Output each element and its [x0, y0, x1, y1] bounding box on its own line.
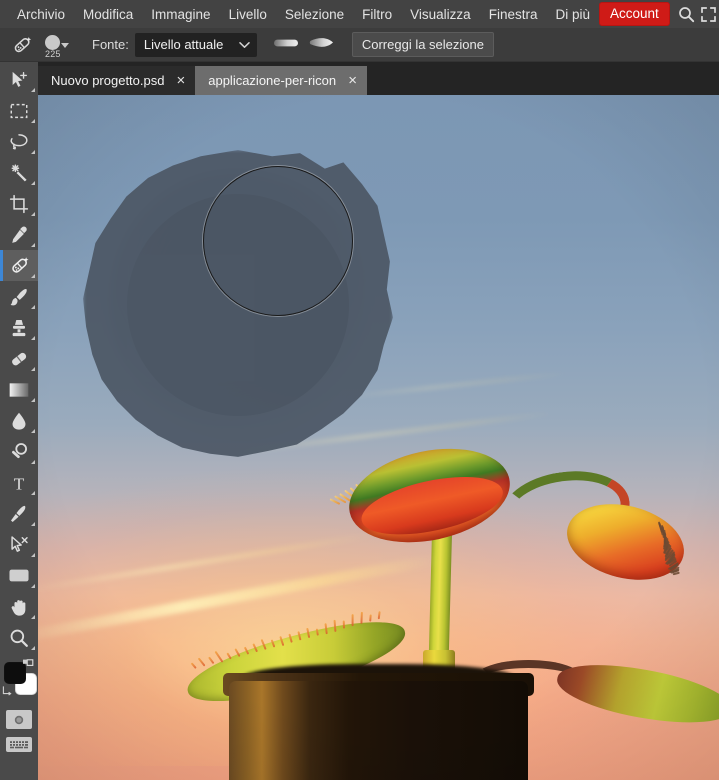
camera-icon[interactable] — [6, 710, 32, 729]
menu-item-finestra[interactable]: Finestra — [480, 3, 547, 26]
account-button[interactable]: Account — [599, 2, 670, 26]
close-icon[interactable]: × — [174, 73, 187, 88]
healing-brush-icon — [8, 31, 36, 59]
leaf-spike — [325, 623, 329, 634]
menu-item-modifica[interactable]: Modifica — [74, 3, 142, 26]
marquee-tool[interactable] — [0, 95, 38, 126]
brush-size-value: 225 — [45, 49, 61, 59]
brush-tool[interactable] — [0, 281, 38, 312]
leaf-spike — [352, 615, 354, 627]
menu-item-visualizza[interactable]: Visualizza — [401, 3, 480, 26]
crop-tool[interactable] — [0, 188, 38, 219]
fullscreen-icon[interactable] — [697, 0, 719, 28]
clone-stamp-tool[interactable] — [0, 312, 38, 343]
menu-bar: Archivio Modifica Immagine Livello Selez… — [0, 0, 719, 28]
eyedropper-tool[interactable] — [0, 219, 38, 250]
leaf-spike — [235, 648, 241, 657]
eraser-tool[interactable] — [0, 343, 38, 374]
brush-preview-dot — [45, 35, 60, 50]
leaf-spike — [307, 628, 311, 638]
document-tab-bar: Nuovo progetto.psd × applicazione-per-ri… — [38, 62, 719, 95]
chevron-down-icon — [239, 37, 250, 52]
leaf-spike — [261, 639, 267, 650]
text-tool[interactable]: T — [0, 467, 38, 498]
healing-brush-tool[interactable] — [0, 250, 38, 281]
editor-window: Archivio Modifica Immagine Livello Selez… — [0, 0, 719, 780]
path-select-tool[interactable] — [0, 529, 38, 560]
source-dropdown-value: Livello attuale — [144, 37, 224, 52]
tab-nuovo-progetto[interactable]: Nuovo progetto.psd × — [38, 66, 195, 95]
keyboard-icon[interactable] — [6, 737, 32, 752]
shape-tool[interactable] — [0, 560, 38, 591]
fix-selection-button[interactable]: Correggi la selezione — [352, 32, 494, 57]
leaf-spike — [253, 644, 259, 653]
tab-title: Nuovo progetto.psd — [51, 73, 164, 88]
options-bar: 225 Fonte: Livello attuale Correggi la s… — [0, 28, 719, 62]
color-swatches[interactable] — [0, 658, 38, 704]
lasso-tool[interactable] — [0, 126, 38, 157]
leaf-spike — [271, 639, 276, 648]
source-dropdown[interactable]: Livello attuale — [135, 33, 257, 57]
move-tool[interactable] — [0, 64, 38, 95]
brush-tip-round-icon[interactable] — [273, 36, 299, 54]
venus-flytrap — [38, 95, 719, 780]
reset-colors-icon[interactable] — [2, 683, 13, 701]
tool-palette: T — [0, 62, 38, 780]
svg-text:T: T — [14, 474, 25, 493]
close-icon[interactable]: × — [346, 73, 359, 88]
leaf-spike — [343, 621, 346, 629]
leaf-spike — [370, 614, 373, 622]
tab-applicazione-per-riconoscere[interactable]: applicazione-per-riconoscer × — [195, 66, 367, 95]
brush-size-picker[interactable]: 225 — [42, 30, 78, 60]
leaf-spike — [209, 657, 216, 665]
search-icon[interactable] — [676, 0, 698, 28]
leaf-spike — [191, 662, 198, 669]
brush-tip-presets — [273, 36, 334, 54]
menu-item-filtro[interactable]: Filtro — [353, 3, 401, 26]
leaf-spike — [280, 636, 285, 646]
trap-cilium — [673, 571, 680, 574]
magic-wand-tool[interactable] — [0, 157, 38, 188]
blur-tool[interactable] — [0, 405, 38, 436]
source-label: Fonte: — [92, 37, 129, 52]
leaf-spike — [378, 611, 381, 619]
leaf-spike — [215, 650, 224, 662]
image-canvas[interactable] — [38, 95, 719, 780]
dodge-tool[interactable] — [0, 436, 38, 467]
photo-venus-flytrap-sunset — [38, 95, 719, 780]
menu-item-livello[interactable]: Livello — [220, 3, 276, 26]
leaf-spike — [245, 647, 251, 655]
zoom-tool[interactable] — [0, 622, 38, 653]
leaf-spike — [227, 652, 233, 659]
menu-item-selezione[interactable]: Selezione — [276, 3, 353, 26]
leaf-spike — [334, 619, 337, 631]
leaf-spike — [317, 629, 320, 636]
leaf-spike — [289, 634, 294, 643]
plant-leaf-right — [553, 655, 719, 733]
pen-tool[interactable] — [0, 498, 38, 529]
leaf-spike — [361, 612, 364, 624]
leaf-spike — [298, 631, 302, 641]
leaf-spike — [199, 657, 207, 667]
swap-colors-icon[interactable] — [22, 658, 34, 676]
gradient-tool[interactable] — [0, 374, 38, 405]
menu-item-di-piu[interactable]: Di più — [546, 3, 599, 26]
brush-tip-blade-icon[interactable] — [308, 36, 334, 54]
hand-tool[interactable] — [0, 591, 38, 622]
plant-pot — [229, 681, 529, 780]
chevron-down-icon — [61, 43, 69, 48]
trap-head-right — [559, 493, 692, 592]
menu-item-archivio[interactable]: Archivio — [8, 3, 74, 26]
menu-item-immagine[interactable]: Immagine — [142, 3, 219, 26]
tab-title: applicazione-per-riconoscer — [208, 73, 336, 88]
